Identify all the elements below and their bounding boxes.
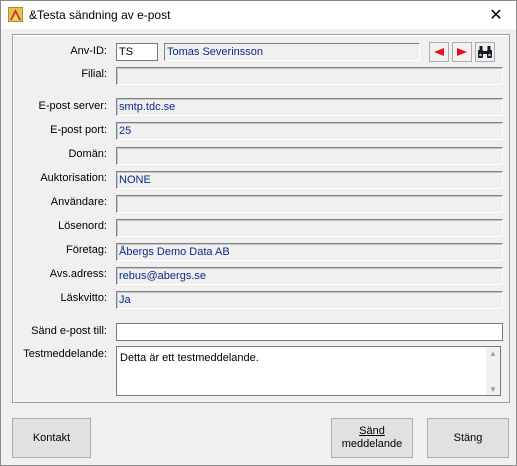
close-dialog-button[interactable]: Stäng — [427, 418, 509, 458]
filial-label: Filial: — [81, 68, 107, 80]
epost-server-label: E-post server: — [38, 100, 107, 112]
app-icon — [8, 7, 23, 22]
sand-till-label: Sänd e-post till: — [31, 325, 107, 337]
auktorisation-label: Auktorisation: — [40, 172, 107, 184]
next-button[interactable] — [452, 42, 472, 62]
avs-adress-field: rebus@abergs.se — [116, 267, 503, 285]
prev-button[interactable] — [429, 42, 449, 62]
filial-field — [116, 67, 503, 85]
anv-id-input[interactable]: TS — [116, 43, 158, 61]
doman-field — [116, 147, 503, 165]
testmeddelande-text: Detta är ett testmeddelande. — [120, 352, 259, 364]
losenord-field — [116, 219, 503, 237]
anvandare-field — [116, 195, 503, 213]
epost-port-label: E-post port: — [50, 124, 107, 136]
prev-arrow-icon — [434, 48, 444, 56]
user-name-field: Tomas Severinsson — [164, 43, 420, 61]
search-button[interactable] — [475, 42, 495, 62]
send-label-line2: meddelande — [341, 438, 403, 450]
kontakt-label: Kontakt — [32, 431, 71, 444]
epost-server-field: smtp.tdc.se — [116, 98, 503, 116]
binoculars-icon — [478, 46, 492, 58]
scroll-up-icon[interactable]: ▲ — [486, 347, 500, 359]
send-message-button[interactable]: Sänd meddelande — [331, 418, 413, 458]
anv-id-label: Anv-ID: — [70, 45, 107, 57]
close-button[interactable]: ✕ — [476, 1, 516, 29]
losenord-label: Lösenord: — [58, 220, 107, 232]
send-label-line1: Sänd — [359, 425, 385, 437]
foretag-label: Företag: — [66, 244, 107, 256]
textarea-scrollbar[interactable]: ▲ ▼ — [486, 347, 500, 395]
dialog-window: &Testa sändning av e-post ✕ Anv-ID: TS T… — [0, 0, 517, 466]
testmeddelande-textarea[interactable]: Detta är ett testmeddelande. ▲ ▼ — [116, 346, 501, 396]
close-icon: ✕ — [489, 7, 503, 24]
kontakt-button[interactable]: Kontakt — [12, 418, 91, 458]
testmeddelande-label: Testmeddelande: — [23, 348, 107, 360]
stang-label: Stäng — [453, 431, 483, 444]
laskvitto-label: Läskvitto: — [60, 292, 107, 304]
auktorisation-field: NONE — [116, 171, 503, 189]
window-title: &Testa sändning av e-post — [29, 8, 171, 22]
scroll-down-icon[interactable]: ▼ — [486, 383, 500, 395]
avs-adress-label: Avs.adress: — [49, 268, 107, 280]
anvandare-label: Användare: — [50, 196, 107, 208]
next-arrow-icon — [457, 48, 467, 56]
doman-label: Domän: — [68, 148, 107, 160]
sand-till-input[interactable] — [116, 323, 503, 341]
laskvitto-field: Ja — [116, 291, 503, 309]
foretag-field: Åbergs Demo Data AB — [116, 243, 503, 261]
title-bar: &Testa sändning av e-post ✕ — [1, 1, 516, 29]
epost-port-field: 25 — [116, 122, 503, 140]
